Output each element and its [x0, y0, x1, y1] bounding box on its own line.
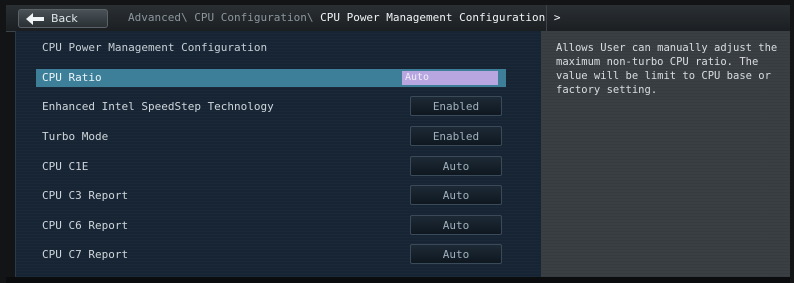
speedstep-dropdown[interactable]: Enabled	[410, 96, 502, 116]
cpu-c7-report-dropdown[interactable]: Auto	[410, 244, 502, 264]
breadcrumb-current: CPU Power Management Configuration	[320, 11, 546, 24]
breadcrumb: Advanced\ CPU Configuration\ CPU Power M…	[128, 11, 561, 24]
breadcrumb-advanced[interactable]: Advanced\	[128, 11, 188, 24]
cpu-c6-report-dropdown[interactable]: Auto	[410, 215, 502, 235]
topbar-divider	[546, 5, 547, 31]
setting-row-cpu-c6-report[interactable]: CPU C6 Report Auto	[36, 215, 506, 235]
setting-label: CPU C7 Report	[42, 248, 129, 261]
settings-panel: CPU Power Management Configuration CPU R…	[15, 31, 541, 277]
help-text: Allows User can manually adjust the maxi…	[556, 42, 778, 96]
setting-row-cpu-ratio[interactable]: CPU Ratio Auto	[36, 69, 506, 87]
setting-label: Enhanced Intel SpeedStep Technology	[42, 100, 274, 113]
breadcrumb-arrow: >	[553, 11, 561, 24]
setting-row-turbo-mode[interactable]: Turbo Mode Enabled	[36, 126, 506, 146]
setting-label: CPU C6 Report	[42, 219, 129, 232]
setting-label: CPU C1E	[42, 160, 89, 173]
back-button[interactable]: Back	[18, 9, 108, 28]
setting-label: CPU Ratio	[42, 71, 102, 84]
back-label: Back	[51, 12, 78, 25]
cpu-c3-report-dropdown[interactable]: Auto	[410, 185, 502, 205]
breadcrumb-cpu-configuration[interactable]: CPU Configuration\	[194, 11, 313, 24]
back-arrow-icon	[26, 12, 44, 25]
help-panel: Allows User can manually adjust the maxi…	[541, 31, 790, 277]
cpu-ratio-input[interactable]: Auto	[402, 71, 498, 85]
bottom-edge	[6, 277, 790, 283]
turbo-mode-dropdown[interactable]: Enabled	[410, 126, 502, 146]
page-title: CPU Power Management Configuration	[42, 41, 268, 54]
cpu-c1e-dropdown[interactable]: Auto	[410, 156, 502, 176]
bios-window: Back Advanced\ CPU Configuration\ CPU Po…	[0, 0, 794, 283]
setting-label: CPU C3 Report	[42, 189, 129, 202]
setting-row-cpu-c7-report[interactable]: CPU C7 Report Auto	[36, 244, 506, 264]
top-bar: Back Advanced\ CPU Configuration\ CPU Po…	[6, 5, 790, 32]
setting-row-speedstep[interactable]: Enhanced Intel SpeedStep Technology Enab…	[36, 96, 506, 116]
setting-row-cpu-c1e[interactable]: CPU C1E Auto	[36, 156, 506, 176]
setting-row-cpu-c3-report[interactable]: CPU C3 Report Auto	[36, 185, 506, 205]
setting-label: Turbo Mode	[42, 130, 109, 143]
